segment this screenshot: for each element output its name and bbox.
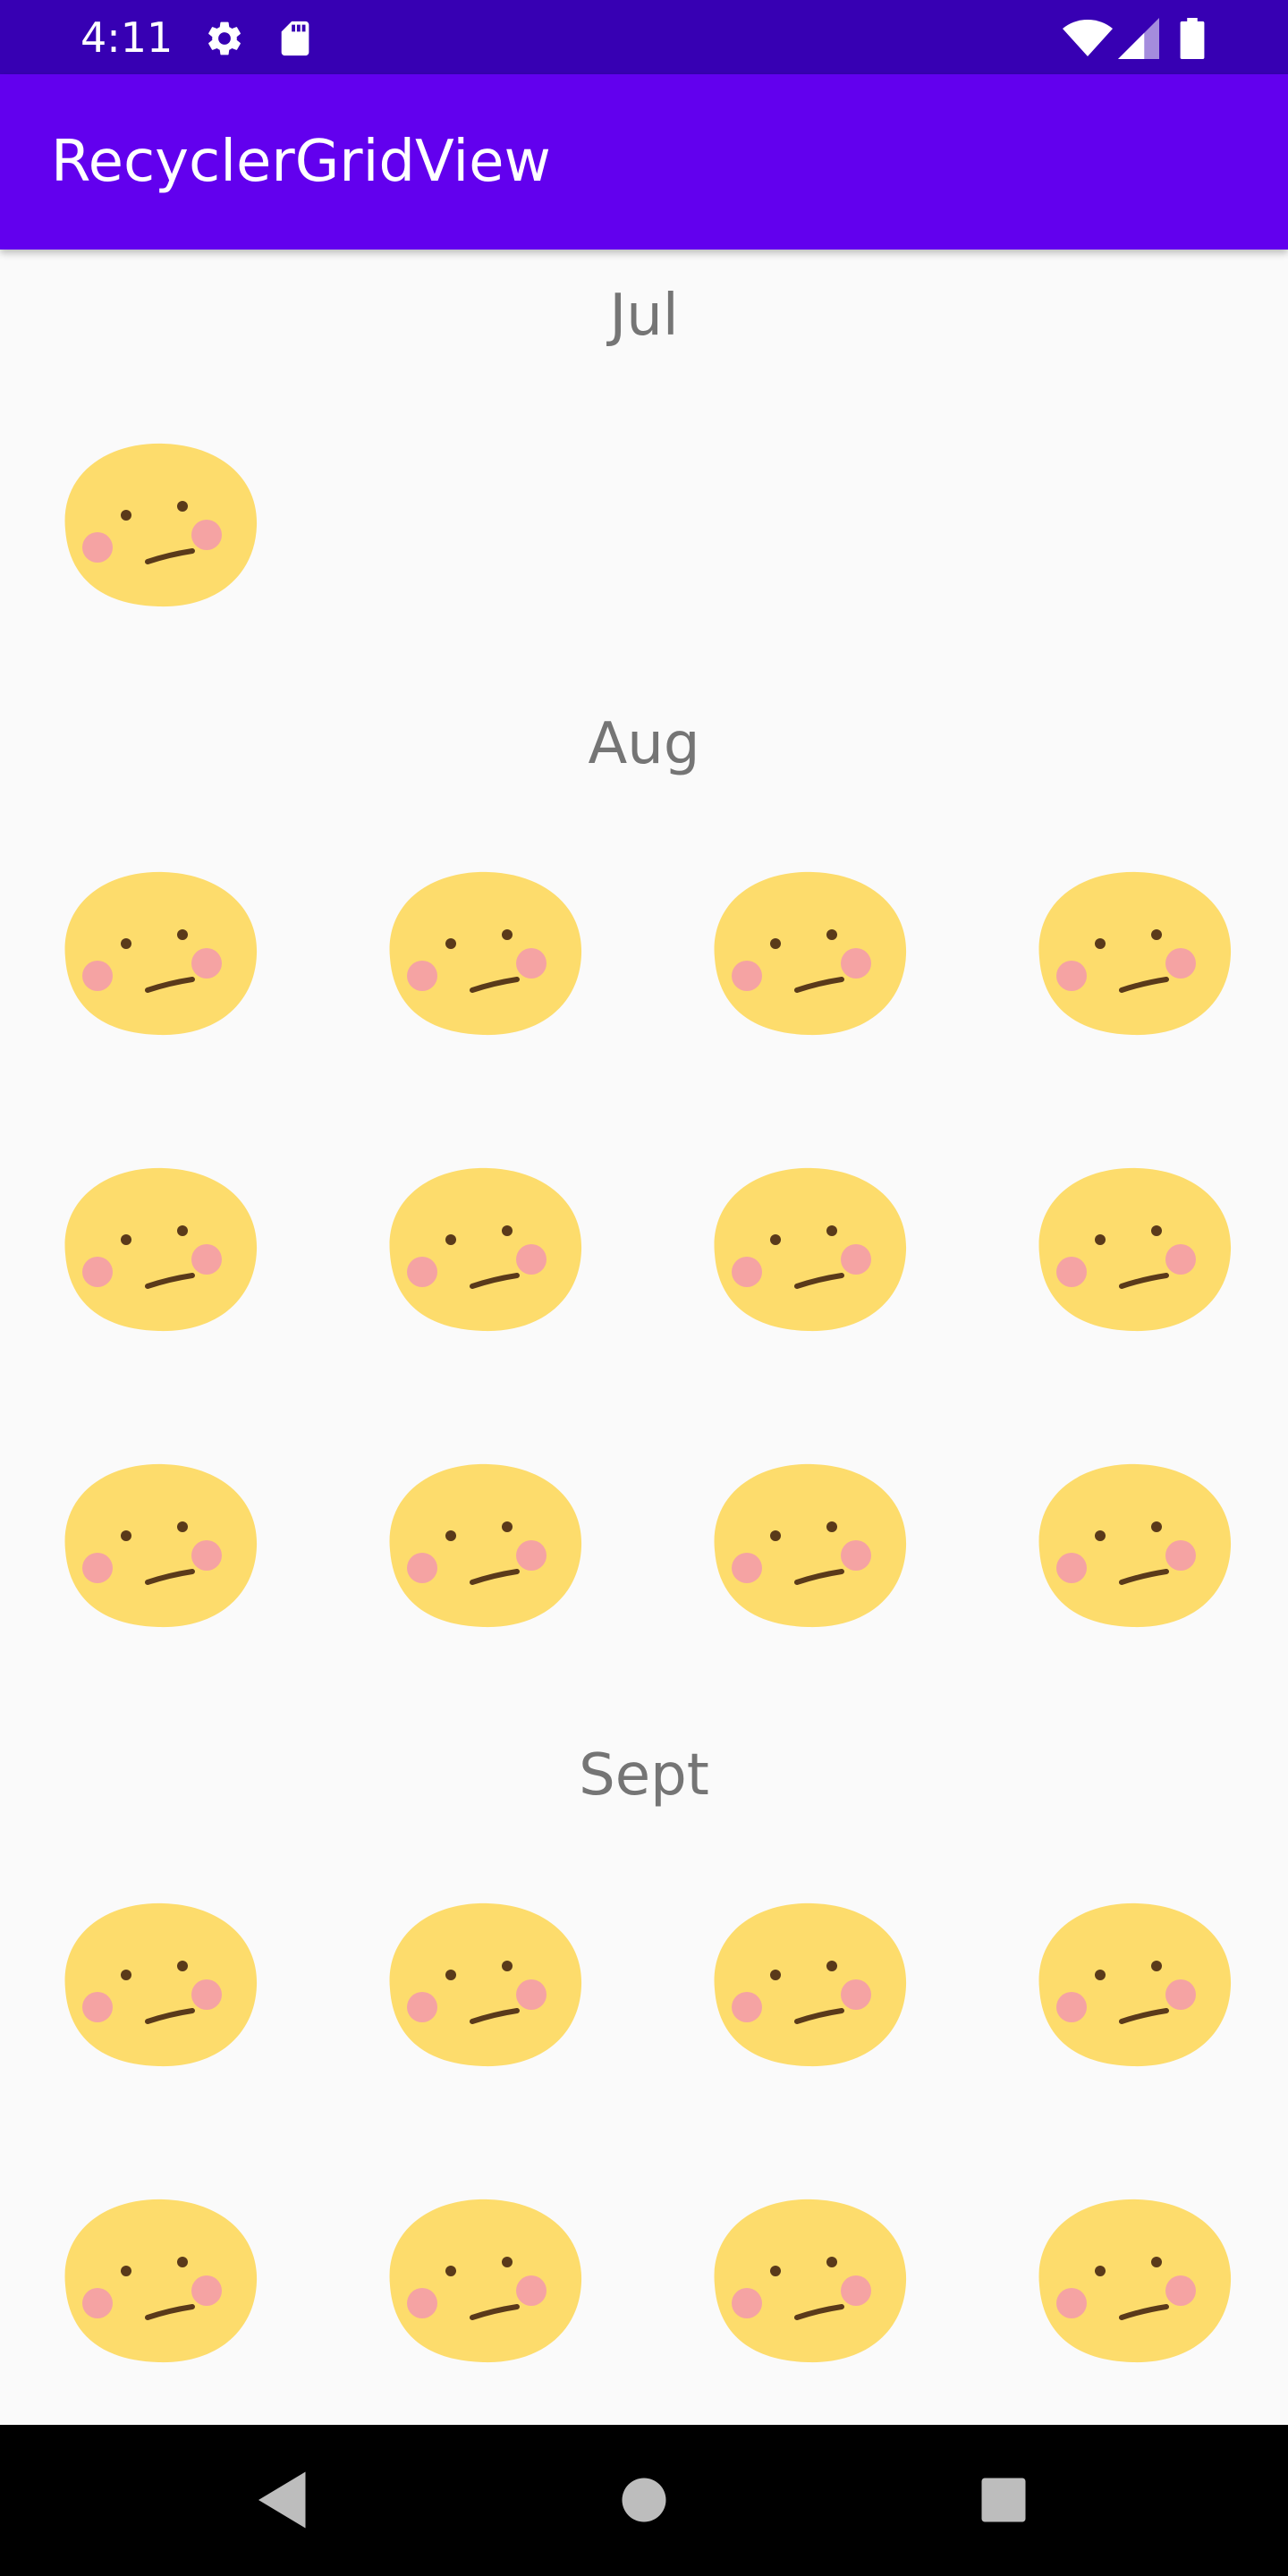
wifi-icon — [1063, 20, 1113, 56]
settings-icon — [208, 21, 241, 55]
app-title: RecyclerGridView — [51, 129, 551, 195]
recents-icon[interactable] — [966, 2462, 1041, 2538]
confused-face-emoji-icon — [389, 2199, 582, 2363]
grid-item[interactable] — [374, 858, 589, 1046]
home-icon[interactable] — [606, 2462, 682, 2538]
grid-item[interactable] — [374, 1889, 589, 2077]
cell-signal-icon — [1118, 18, 1159, 59]
app-bar: RecyclerGridView — [0, 74, 1288, 250]
section-header-aug: Aug — [588, 711, 700, 777]
confused-face-emoji-icon — [64, 1167, 258, 1332]
grid-item[interactable] — [49, 429, 264, 617]
grid-item[interactable] — [699, 1154, 913, 1342]
status-time: 4:11 — [80, 13, 174, 62]
confused-face-emoji-icon — [389, 1167, 582, 1332]
confused-face-emoji-icon — [1038, 1902, 1232, 2067]
confused-face-emoji-icon — [389, 1463, 582, 1628]
grid-item[interactable] — [374, 2185, 589, 2373]
back-icon[interactable] — [246, 2462, 321, 2538]
confused-face-emoji-icon — [714, 871, 907, 1036]
grid-item[interactable] — [699, 858, 913, 1046]
grid-item[interactable] — [49, 858, 264, 1046]
confused-face-emoji-icon — [64, 1902, 258, 2067]
section-header-jul: Jul — [609, 283, 679, 349]
grid-item[interactable] — [49, 1154, 264, 1342]
grid-item[interactable] — [1023, 1889, 1238, 2077]
grid-item[interactable] — [374, 1450, 589, 1638]
grid-item[interactable] — [49, 1889, 264, 2077]
confused-face-emoji-icon — [1038, 1167, 1232, 1332]
navigation-bar — [0, 2425, 1288, 2576]
confused-face-emoji-icon — [714, 2199, 907, 2363]
grid-item[interactable] — [374, 1154, 589, 1342]
grid-item[interactable] — [49, 2185, 264, 2373]
confused-face-emoji-icon — [714, 1463, 907, 1628]
sd-card-icon — [281, 21, 309, 56]
section-header-sept: Sept — [579, 1742, 709, 1809]
confused-face-emoji-icon — [64, 443, 258, 607]
confused-face-emoji-icon — [714, 1167, 907, 1332]
status-bar: 4:11 — [0, 0, 1288, 74]
confused-face-emoji-icon — [64, 1463, 258, 1628]
battery-icon — [1180, 18, 1205, 59]
confused-face-emoji-icon — [389, 871, 582, 1036]
grid-item[interactable] — [1023, 858, 1238, 1046]
grid-item[interactable] — [1023, 2185, 1238, 2373]
grid-item[interactable] — [1023, 1154, 1238, 1342]
confused-face-emoji-icon — [1038, 871, 1232, 1036]
grid-item[interactable] — [699, 1889, 913, 2077]
confused-face-emoji-icon — [64, 2199, 258, 2363]
confused-face-emoji-icon — [1038, 1463, 1232, 1628]
grid-item[interactable] — [49, 1450, 264, 1638]
confused-face-emoji-icon — [64, 871, 258, 1036]
confused-face-emoji-icon — [714, 1902, 907, 2067]
grid-item[interactable] — [699, 1450, 913, 1638]
grid-item[interactable] — [699, 2185, 913, 2373]
confused-face-emoji-icon — [389, 1902, 582, 2067]
grid-item[interactable] — [1023, 1450, 1238, 1638]
confused-face-emoji-icon — [1038, 2199, 1232, 2363]
recycler-grid[interactable]: Jul Aug Sept — [0, 250, 1288, 2425]
